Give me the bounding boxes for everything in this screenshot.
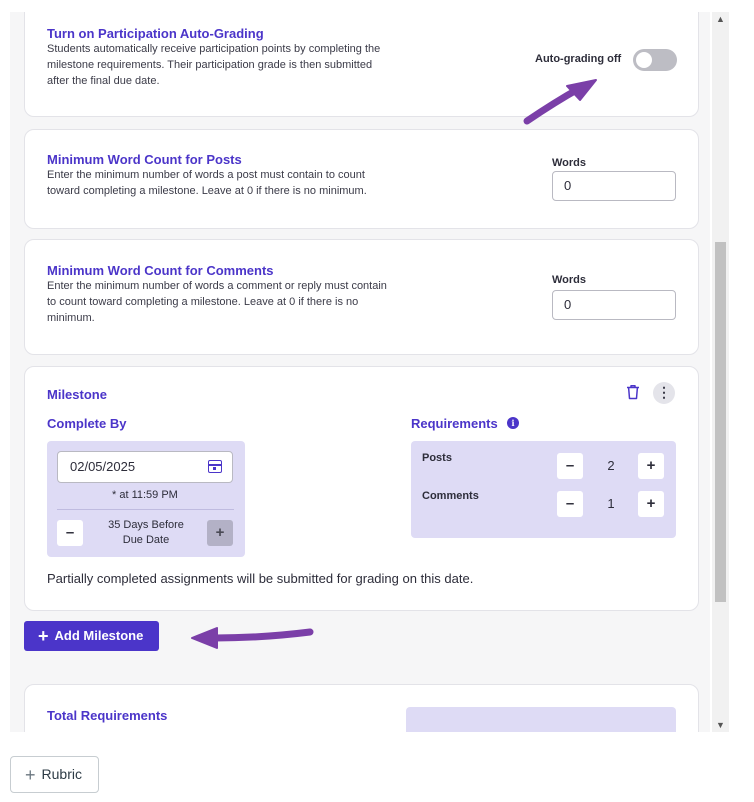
scroll-up-arrow[interactable]: ▲ — [712, 12, 729, 26]
info-icon[interactable]: i — [507, 417, 519, 429]
panel-divider — [57, 509, 234, 510]
due-time-note: * at 11:59 PM — [112, 489, 178, 501]
auto-grading-card: Turn on Participation Auto-Grading Stude… — [24, 12, 699, 117]
comments-decrement-button[interactable]: – — [557, 491, 583, 517]
milestone-date-value: 02/05/2025 — [70, 459, 136, 474]
days-before-reference: Due Date — [122, 534, 170, 546]
auto-grading-toggle[interactable] — [633, 49, 677, 71]
plus-icon: + — [38, 626, 49, 646]
trash-icon[interactable] — [626, 384, 640, 400]
days-decrement-button[interactable]: – — [57, 520, 83, 546]
min-comments-words-label: Words — [552, 274, 587, 286]
days-before-count: 35 Days Before — [108, 519, 184, 531]
vertical-scrollbar[interactable]: ▲ ▼ — [712, 12, 729, 732]
min-comments-words-input[interactable]: 0 — [552, 290, 676, 320]
min-posts-words-label: Words — [552, 157, 587, 169]
requirements-heading: Requirements — [411, 416, 498, 431]
min-comments-description: Enter the minimum number of words a comm… — [47, 280, 387, 324]
partial-completion-note: Partially completed assignments will be … — [47, 571, 474, 586]
days-increment-button[interactable]: + — [207, 520, 233, 546]
auto-grading-description: Students automatically receive participa… — [47, 43, 381, 87]
scroll-down-arrow[interactable]: ▼ — [712, 718, 729, 732]
posts-requirement-value: 2 — [607, 458, 615, 473]
toggle-knob — [636, 52, 652, 68]
requirements-panel: Posts – 2 + Comments – 1 + — [411, 441, 676, 538]
min-word-count-comments-card: Minimum Word Count for Comments Enter th… — [24, 239, 699, 355]
requirement-label-comments: Comments — [422, 490, 479, 502]
posts-increment-button[interactable]: + — [638, 453, 664, 479]
auto-grading-toggle-label: Auto-grading off — [535, 53, 622, 65]
milestone-title: Milestone — [47, 387, 107, 402]
milestone-date-input[interactable]: 02/05/2025 — [57, 451, 233, 483]
scroll-thumb[interactable] — [715, 242, 726, 602]
complete-by-heading: Complete By — [47, 416, 127, 431]
min-posts-description: Enter the minimum number of words a post… — [47, 169, 367, 197]
milestone-card: Milestone ⋮ Complete By 02/05/2025 * at … — [24, 366, 699, 611]
comments-increment-button[interactable]: + — [638, 491, 664, 517]
rubric-label: Rubric — [41, 766, 82, 782]
posts-decrement-button[interactable]: – — [557, 453, 583, 479]
plus-icon: + — [25, 765, 36, 785]
comments-requirement-value: 1 — [607, 496, 615, 511]
min-posts-title: Minimum Word Count for Posts — [47, 152, 242, 167]
add-milestone-button[interactable]: + Add Milestone — [24, 621, 159, 651]
complete-by-panel: 02/05/2025 * at 11:59 PM – 35 Days Befor… — [47, 441, 245, 557]
milestone-more-button[interactable]: ⋮ — [653, 382, 675, 404]
total-requirements-title: Total Requirements — [47, 708, 168, 723]
settings-scroll-area: Turn on Participation Auto-Grading Stude… — [10, 12, 710, 732]
min-posts-words-input[interactable]: 0 — [552, 171, 676, 201]
min-word-count-posts-card: Minimum Word Count for Posts Enter the m… — [24, 129, 699, 229]
add-milestone-label: Add Milestone — [54, 628, 144, 643]
total-requirements-panel — [406, 707, 676, 732]
days-before-label: 35 Days Before Due Date — [93, 518, 199, 548]
auto-grading-title: Turn on Participation Auto-Grading — [47, 26, 264, 41]
calendar-icon[interactable] — [208, 460, 222, 473]
add-rubric-button[interactable]: + Rubric — [10, 756, 99, 793]
total-requirements-card: Total Requirements — [24, 684, 699, 732]
requirement-label-posts: Posts — [422, 452, 452, 464]
min-comments-title: Minimum Word Count for Comments — [47, 263, 274, 278]
